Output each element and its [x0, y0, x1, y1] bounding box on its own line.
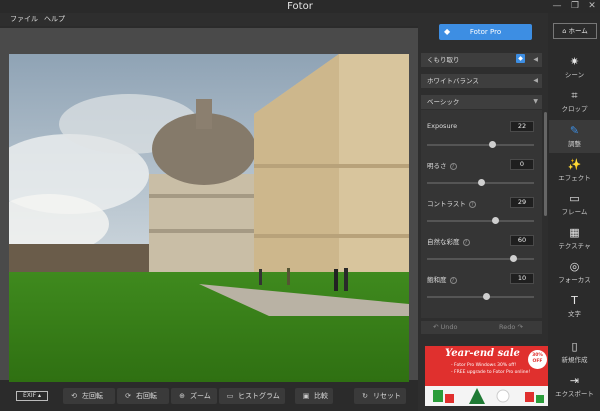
ad-discount-badge: 30% OFF [528, 350, 547, 369]
section-cloudy[interactable]: くもり取り ◆ ◀ [421, 53, 542, 67]
fotor-pro-button[interactable]: ◆ Fotor Pro [439, 24, 532, 40]
slider-label-brightness: 明るさ? [427, 160, 457, 170]
slider-label-saturation: 飽和度? [427, 274, 457, 284]
rotate-right-icon: ⟳ [125, 392, 131, 400]
ad-decoration [425, 386, 549, 406]
nav-effect[interactable]: ✨ エフェクト [549, 154, 600, 187]
adjust-icon: ✎ [569, 124, 580, 137]
zoom-icon: ⊕ [179, 392, 185, 400]
photo-preview[interactable] [9, 54, 409, 382]
canvas-area[interactable] [0, 28, 420, 382]
reset-icon: ↻ [362, 392, 368, 400]
contrast-value[interactable]: 29 [510, 197, 534, 208]
slider-knob[interactable] [492, 217, 500, 224]
menu-help[interactable]: ヘルプ [44, 13, 65, 26]
sale-banner[interactable]: Year-end sale - Fotor Pro Windows 30% of… [425, 346, 549, 406]
minimize-button[interactable]: — [548, 0, 566, 13]
slider-knob[interactable] [509, 255, 517, 262]
histogram-icon: ▭ [226, 392, 234, 400]
crop-icon: ⌗ [571, 89, 578, 102]
chevron-left-icon: ◀ [533, 56, 538, 63]
slider-label-exposure: Exposure [427, 122, 458, 130]
chevron-down-icon: ▼ [533, 98, 538, 105]
home-button[interactable]: ⌂ ホーム [553, 23, 597, 39]
frame-icon: ▭ [569, 192, 580, 205]
saturation-slider[interactable] [427, 293, 534, 300]
ad-title: Year-end sale [445, 348, 520, 359]
undo-button[interactable]: ↶ Undo [433, 321, 458, 334]
export-icon: ⇥ [569, 374, 580, 387]
nav-crop[interactable]: ⌗ クロップ [549, 85, 600, 118]
contrast-slider[interactable] [427, 217, 534, 224]
nav-focus[interactable]: ◎ フォーカス [549, 256, 600, 289]
slider-knob[interactable] [489, 141, 497, 148]
compare-button[interactable]: ▣ 比較 [295, 388, 333, 404]
effect-icon: ✨ [567, 158, 582, 171]
ad-line-2: - FREE upgrade to Fotor Pro online! [451, 370, 531, 375]
brightness-value[interactable]: 0 [510, 159, 534, 170]
section-basic[interactable]: ベーシック ▼ [421, 95, 542, 109]
nav-scene[interactable]: ✷ シーン [549, 51, 600, 84]
undo-redo-bar: ↶ Undo Redo ↷ [421, 321, 542, 334]
help-icon: ? [449, 276, 457, 284]
panel-scrollbar[interactable] [544, 112, 547, 216]
bottom-toolbar: EXIF ▴ ⟲ 左回転 ⟳ 右回転 ⊕ ズーム ▭ ヒストグラム ▣ 比較 ↻ リセット [0, 383, 420, 411]
home-icon: ⌂ [562, 27, 567, 35]
histogram-button[interactable]: ▭ ヒストグラム [219, 388, 285, 404]
slider-knob[interactable] [482, 293, 490, 300]
exposure-value[interactable]: 22 [510, 121, 534, 132]
nav-adjust[interactable]: ✎ 調整 [549, 120, 600, 153]
undo-icon: ↶ [433, 323, 439, 331]
diamond-icon: ◆ [444, 27, 451, 36]
rotate-left-button[interactable]: ⟲ 左回転 [63, 388, 115, 404]
slider-label-vibrance: 自然な彩度? [427, 236, 470, 246]
vibrance-slider[interactable] [427, 255, 534, 262]
nav-texture[interactable]: ▦ テクスチャ [549, 222, 600, 255]
app-title: Fotor [287, 1, 313, 12]
pro-badge-icon: ◆ [516, 54, 525, 63]
redo-icon: ↷ [517, 323, 523, 331]
saturation-value[interactable]: 10 [510, 273, 534, 284]
vibrance-value[interactable]: 60 [510, 235, 534, 246]
help-icon: ? [462, 238, 470, 246]
slider-knob[interactable] [477, 179, 485, 186]
nav-export[interactable]: ⇥ エクスポート [549, 370, 600, 403]
slider-label-contrast: コントラスト? [427, 198, 476, 208]
title-bar: Fotor — ❐ ✕ [0, 0, 600, 13]
rotate-left-icon: ⟲ [71, 392, 77, 400]
focus-icon: ◎ [569, 260, 580, 273]
compare-icon: ▣ [302, 392, 310, 400]
chevron-left-icon: ◀ [533, 77, 538, 84]
redo-button[interactable]: Redo ↷ [499, 321, 523, 334]
reset-button[interactable]: ↻ リセット [354, 388, 406, 404]
scene-icon: ✷ [569, 55, 580, 68]
nav-frame[interactable]: ▭ フレーム [549, 188, 600, 221]
text-icon: T [571, 294, 578, 307]
exposure-slider[interactable] [427, 141, 534, 148]
section-white-balance[interactable]: ホワイトバランス ◀ [421, 74, 542, 88]
texture-icon: ▦ [569, 226, 580, 239]
nav-text[interactable]: T 文字 [549, 290, 600, 323]
zoom-button[interactable]: ⊕ ズーム [171, 388, 217, 404]
help-icon: ? [468, 200, 476, 208]
ad-line-1: - Fotor Pro Windows 30% off! [451, 363, 517, 368]
new-icon: ▯ [571, 340, 578, 353]
help-icon: ? [449, 162, 457, 170]
rotate-right-button[interactable]: ⟳ 右回転 [117, 388, 169, 404]
photo-image [9, 54, 409, 382]
exif-toggle[interactable]: EXIF ▴ [16, 391, 48, 401]
basic-adjust-sliders: Exposure 22 明るさ? 0 コントラスト? 29 自然な彩度? 60 … [421, 110, 542, 318]
close-button[interactable]: ✕ [583, 0, 600, 13]
menu-bar: ファイル ヘルプ [0, 13, 420, 26]
brightness-slider[interactable] [427, 179, 534, 186]
nav-new[interactable]: ▯ 新規作成 [549, 336, 600, 369]
maximize-button[interactable]: ❐ [566, 0, 584, 13]
menu-file[interactable]: ファイル [10, 13, 38, 26]
